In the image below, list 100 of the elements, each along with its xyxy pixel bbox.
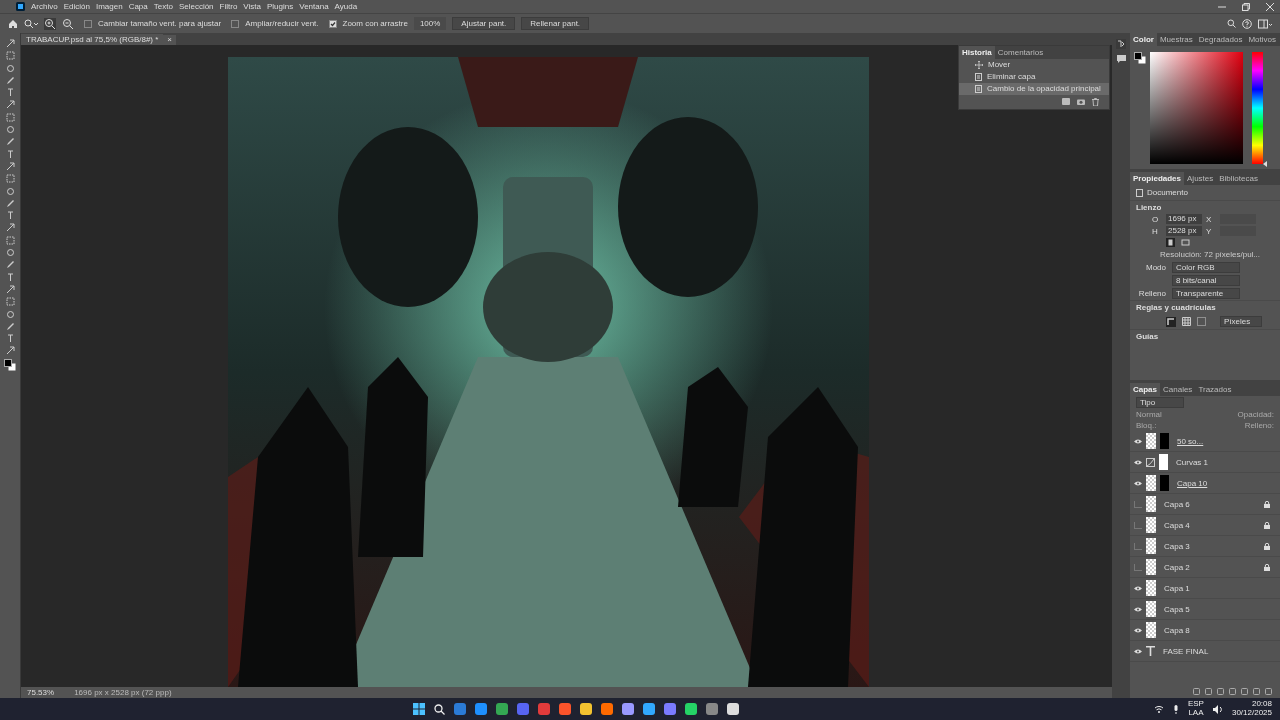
app-icon[interactable] [685, 703, 698, 715]
comment-icon[interactable] [1116, 55, 1126, 63]
visibility-icon[interactable] [1134, 585, 1142, 591]
depth-dropdown[interactable]: 8 bits/canal [1172, 275, 1240, 286]
app-icon[interactable] [727, 703, 740, 715]
filter-dropdown[interactable]: Tipo [1136, 397, 1184, 408]
visibility-icon[interactable] [1134, 648, 1142, 654]
visibility-icon[interactable] [1134, 606, 1142, 612]
trash-icon[interactable] [1092, 97, 1099, 106]
layer-row[interactable]: Curvas 1 [1130, 452, 1280, 473]
tab-close-button[interactable]: × [163, 34, 177, 45]
menu-item[interactable]: Capa [128, 2, 148, 11]
panel-tab[interactable]: Bibliotecas [1216, 172, 1261, 185]
camera-icon[interactable] [1077, 97, 1085, 105]
panel-tab[interactable]: Ajustes [1184, 172, 1217, 185]
menu-item[interactable]: Ayuda [334, 2, 358, 11]
zoom-in-icon[interactable] [44, 17, 56, 30]
history-item[interactable]: Cambio de la opacidad principal [959, 82, 1109, 95]
color-swatches-icon[interactable] [4, 358, 16, 371]
panel-tab[interactable]: Muestras [1156, 33, 1196, 46]
option-button[interactable]: Rellenar pant. [521, 17, 590, 30]
panel-tab[interactable]: Propiedades [1130, 172, 1184, 185]
app-icon[interactable] [475, 703, 488, 715]
layer-row[interactable]: Capa 8 [1130, 620, 1280, 641]
panel-tab[interactable]: Historia [959, 45, 995, 59]
menu-item[interactable]: Plugins [267, 2, 294, 11]
tool-icon[interactable] [5, 161, 15, 171]
app-icon[interactable] [601, 703, 614, 715]
panel-tab[interactable]: Color [1130, 33, 1157, 46]
panel-tab[interactable]: Canales [1160, 383, 1196, 396]
tool-icon[interactable] [5, 39, 15, 48]
language-text[interactable]: ESP [1187, 700, 1204, 709]
landscape-icon[interactable] [1181, 238, 1190, 247]
height-field[interactable]: 2528 px [1166, 226, 1202, 236]
checkbox[interactable] [328, 19, 337, 28]
workspace-icon[interactable] [1258, 18, 1272, 29]
layer-row[interactable]: Capa 2 [1130, 557, 1280, 578]
help-icon[interactable] [1242, 18, 1252, 29]
visibility-icon[interactable] [1134, 459, 1142, 465]
zoom-tool-icon[interactable] [24, 18, 38, 29]
portrait-icon[interactable] [1166, 238, 1175, 247]
panel-tab[interactable]: Motivos [1245, 33, 1279, 46]
history-item[interactable]: Eliminar capa [959, 70, 1109, 83]
fill-dropdown[interactable]: Transparente [1172, 288, 1240, 299]
layer-row[interactable]: Capa 4 [1130, 515, 1280, 536]
color-swatches-icon[interactable] [1134, 52, 1146, 64]
tool-icon[interactable] [5, 149, 15, 159]
layer-row[interactable]: Capa 6 [1130, 494, 1280, 515]
tool-icon[interactable] [5, 272, 15, 282]
option-button[interactable]: Ajustar pant. [452, 17, 516, 30]
document-tab[interactable]: TRABACUP.psd al 75,5% (RGB/8#) * [21, 33, 164, 45]
layer-row[interactable]: Capa 10 [1130, 473, 1280, 494]
tool-icon[interactable] [5, 211, 15, 221]
panel-tab[interactable]: Capas [1130, 383, 1160, 396]
layer-row[interactable]: FASE FINAL [1130, 641, 1280, 662]
keyboard-layout-text[interactable]: LAA [1188, 709, 1204, 718]
section-header[interactable]: Reglas y cuadrículas [1130, 300, 1280, 314]
menu-item[interactable]: Vista [243, 2, 261, 11]
visibility-icon[interactable] [1134, 438, 1142, 444]
panel-tab[interactable]: Comentarios [994, 45, 1047, 59]
menu-item[interactable]: Selección [178, 2, 214, 11]
restore-icon[interactable] [1242, 2, 1250, 11]
tool-icon[interactable] [5, 334, 15, 344]
menu-item[interactable]: Imagen [95, 2, 123, 11]
units-dropdown[interactable]: Píxeles [1220, 316, 1262, 327]
layer-row[interactable]: 50 so... [1130, 431, 1280, 452]
checkbox[interactable] [231, 19, 240, 28]
menu-item[interactable]: Ventana [299, 2, 329, 11]
visibility-icon[interactable] [1134, 627, 1142, 633]
blend-mode-dropdown[interactable]: Normal [1136, 410, 1162, 419]
menu-item[interactable]: Filtro [219, 2, 238, 11]
rulers-icon[interactable] [1166, 316, 1176, 327]
history-panel-icon[interactable] [1116, 39, 1126, 49]
search-icon[interactable] [434, 703, 446, 715]
app-icon[interactable] [580, 703, 593, 715]
close-icon[interactable] [1266, 2, 1274, 11]
home-icon[interactable] [8, 18, 18, 29]
section-header[interactable]: Guías [1130, 329, 1280, 343]
tool-icon[interactable] [5, 284, 15, 294]
panel-tab[interactable]: Degradados [1195, 33, 1246, 46]
menu-item[interactable]: Archivo [31, 2, 58, 11]
panel-tab[interactable]: Trazados [1195, 383, 1235, 396]
menu-item[interactable]: Texto [153, 2, 173, 11]
color-field[interactable] [1150, 52, 1243, 164]
mode-dropdown[interactable]: Color RGB [1172, 262, 1240, 273]
app-icon[interactable] [643, 703, 656, 715]
checkbox[interactable] [84, 19, 92, 28]
menu-item[interactable]: Edición [63, 2, 90, 11]
layer-row[interactable]: Capa 5 [1130, 599, 1280, 620]
clock-date[interactable]: 30/12/2025 [1231, 709, 1272, 718]
tool-icon[interactable] [5, 88, 15, 98]
grid-icon[interactable] [1182, 317, 1191, 326]
width-field[interactable]: 1696 px [1166, 214, 1202, 224]
layer-row[interactable]: Capa 1 [1130, 578, 1280, 599]
app-icon[interactable] [622, 703, 635, 715]
visibility-icon[interactable] [1134, 480, 1142, 486]
zoom-out-icon[interactable] [62, 17, 74, 30]
tool-icon[interactable] [5, 100, 15, 110]
history-item[interactable]: Mover [959, 58, 1109, 71]
app-icon[interactable] [559, 703, 572, 715]
